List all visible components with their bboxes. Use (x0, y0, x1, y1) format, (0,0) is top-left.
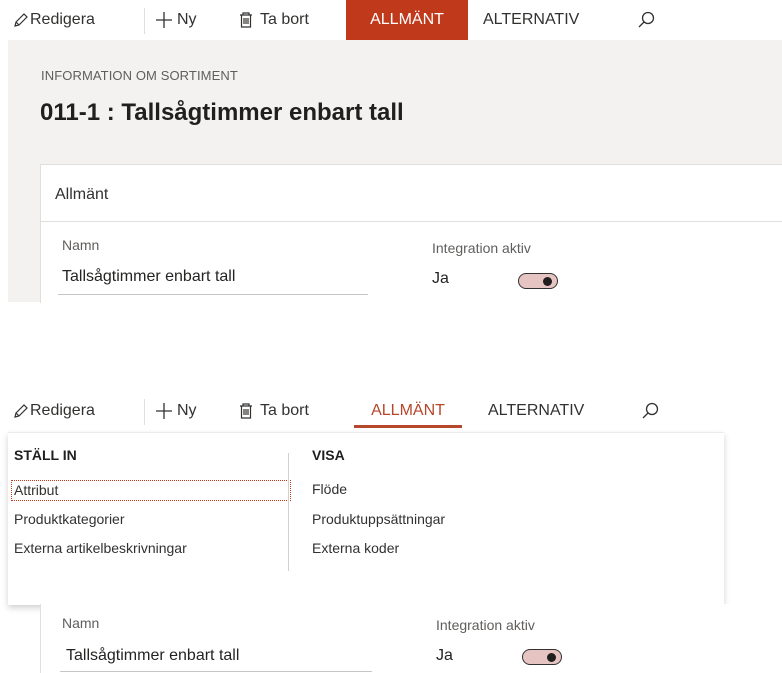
toolbar-divider (144, 399, 145, 425)
edit-label: Redigera (30, 11, 95, 28)
tab-options[interactable]: ALTERNATIV (488, 391, 584, 431)
general-tab-menu: STÄLL IN Attribut Produktkategorier Exte… (8, 432, 724, 605)
edit-label: Redigera (30, 402, 95, 419)
menu-item-flode[interactable]: Flöde (312, 481, 347, 497)
fasttab-divider (41, 221, 782, 222)
top-action-pane: Redigera Ny Ta bort ALLMÄNT ALTERNATIV (0, 0, 782, 40)
edit-button[interactable]: Redigera (12, 391, 95, 431)
name-field[interactable]: Tallsågtimmer enbart tall (66, 647, 239, 665)
pencil-icon (12, 11, 30, 29)
menu-item-externa-artikelbeskrivningar[interactable]: Externa artikelbeskrivningar (14, 540, 187, 556)
tab-options-label: ALTERNATIV (483, 11, 580, 28)
tab-options[interactable]: ALTERNATIV (483, 0, 579, 40)
toolbar-divider (144, 8, 145, 34)
new-button[interactable]: Ny (154, 0, 197, 40)
integration-value: Ja (436, 647, 453, 664)
integration-label: Integration aktiv (432, 240, 531, 256)
integration-toggle[interactable] (522, 649, 562, 665)
menu-item-externa-koder[interactable]: Externa koder (312, 540, 399, 556)
fasttab-header[interactable]: Allmänt (55, 186, 108, 204)
view-group-title: VISA (312, 447, 345, 463)
menu-item-produktkategorier[interactable]: Produktkategorier (14, 511, 125, 527)
toggle-knob (547, 652, 556, 662)
pencil-icon (12, 402, 30, 420)
new-button[interactable]: Ny (154, 391, 197, 431)
name-field[interactable]: Tallsågtimmer enbart tall (62, 268, 235, 286)
trash-icon (237, 402, 255, 420)
new-label: Ny (177, 402, 197, 419)
plus-icon (154, 10, 174, 30)
search-button[interactable] (640, 391, 660, 431)
name-label: Namn (62, 615, 100, 631)
edit-button[interactable]: Redigera (12, 0, 95, 40)
plus-icon (154, 401, 174, 421)
page-title: 011-1 : Tallsågtimmer enbart tall (40, 99, 404, 126)
tab-general-label: ALLMÄNT (371, 402, 445, 419)
trash-icon (237, 11, 255, 29)
toggle-knob (543, 276, 552, 286)
page-caption: INFORMATION OM SORTIMENT (41, 68, 238, 83)
tab-general[interactable]: ALLMÄNT (346, 0, 468, 40)
setup-group-title: STÄLL IN (14, 447, 77, 463)
delete-label: Ta bort (260, 402, 309, 419)
name-label: Namn (62, 237, 100, 253)
new-label: Ny (177, 11, 197, 28)
delete-button[interactable]: Ta bort (237, 391, 309, 431)
delete-label: Ta bort (260, 11, 309, 28)
search-button[interactable] (636, 0, 656, 40)
menu-item-produktuppsattningar[interactable]: Produktuppsättningar (312, 511, 445, 527)
tab-general[interactable]: ALLMÄNT (354, 391, 462, 431)
search-icon (636, 10, 656, 30)
integration-label: Integration aktiv (436, 617, 535, 633)
name-field-underline (60, 671, 372, 672)
active-tab-indicator (354, 425, 462, 428)
group-divider (288, 453, 289, 571)
integration-value: Ja (432, 270, 449, 287)
bottom-action-pane: Redigera Ny Ta bort ALLMÄNT ALTERNATIV (0, 391, 782, 431)
name-field-underline (58, 294, 368, 295)
delete-button[interactable]: Ta bort (237, 0, 309, 40)
integration-toggle[interactable] (518, 273, 558, 289)
menu-item-attribut[interactable]: Attribut (11, 480, 291, 501)
search-icon (640, 401, 660, 421)
tab-general-label: ALLMÄNT (370, 11, 444, 28)
tab-options-label: ALTERNATIV (488, 402, 585, 419)
